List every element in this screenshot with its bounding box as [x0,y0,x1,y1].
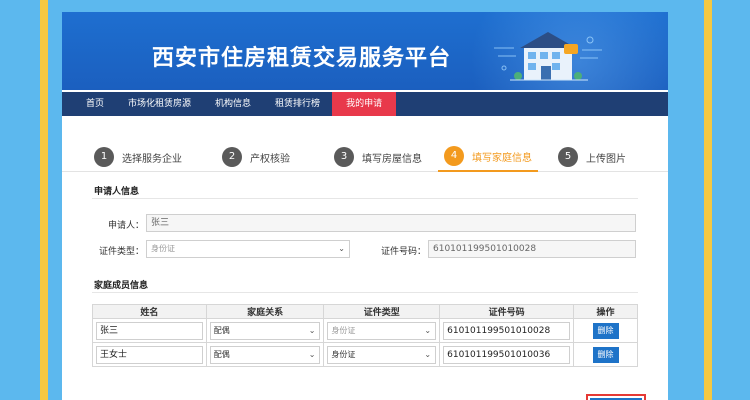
relation-value: 配偶 [213,349,230,359]
member-name-input[interactable]: 张三 [96,321,203,340]
chevron-down-icon: ⌄ [308,349,316,359]
step-number: 3 [334,147,354,167]
step-3[interactable]: 3 填写房屋信息 [334,142,422,172]
step-5[interactable]: 5 上传图片 [558,142,626,172]
id-type-label: 证件类型： [98,247,144,257]
id-number-input[interactable]: 610101199501010028 [428,240,636,258]
member-id-type-value: 身份证 [331,325,356,335]
nav-item-home[interactable]: 首页 [62,92,116,116]
step-number: 4 [444,146,464,166]
relation-select[interactable]: 配偶 ⌄ [209,321,321,340]
step-label: 填写房屋信息 [362,153,422,165]
member-id-type-value: 身份证 [331,349,356,359]
step-label: 填写家庭信息 [472,152,532,164]
member-id-number-input[interactable]: 610101199501010028 [443,321,571,340]
family-members-table: 姓名 家庭关系 证件类型 证件号码 操作 张三 配偶 ⌄ 身份证 ⌄ 6101011… [92,304,638,367]
nav-item-agencies[interactable]: 机构信息 [203,92,263,116]
relation-value: 配偶 [213,325,230,335]
step-number: 5 [558,147,578,167]
chevron-down-icon: ⌄ [424,349,432,359]
delete-member-button[interactable]: 删除 [592,322,619,339]
table-header-row: 姓名 家庭关系 证件类型 证件号码 操作 [92,304,638,319]
nav-item-my-applications[interactable]: 我的申请 [332,92,397,116]
member-id-type-select[interactable]: 身份证 ⌄ [327,345,437,364]
step-2[interactable]: 2 产权核验 [222,142,290,172]
next-step-button[interactable] [586,394,646,400]
main-nav: 首页 市场化租赁房源 机构信息 租赁排行榜 我的申请 [62,92,668,116]
member-name-input[interactable]: 王女士 [96,345,203,364]
site-title: 西安市住房租赁交易服务平台 [152,46,452,71]
column-header: 证件号码 [439,304,575,319]
nav-item-market-listings[interactable]: 市场化租赁房源 [116,92,203,116]
applicant-name-label: 申请人： [107,221,144,231]
nav-item-ranking[interactable]: 租赁排行榜 [263,92,332,116]
divider [92,198,638,199]
chevron-down-icon: ⌄ [338,244,345,253]
column-header: 操作 [573,304,638,319]
id-type-select[interactable]: 身份证 ⌄ [146,240,350,258]
relation-select[interactable]: 配偶 ⌄ [209,345,321,364]
column-header: 证件类型 [323,304,441,319]
step-number: 1 [94,147,114,167]
table-row: 王女士 配偶 ⌄ 身份证 ⌄ 610101199501010036 删除 [92,342,638,367]
column-header: 家庭关系 [205,304,325,319]
step-label: 上传图片 [586,153,626,165]
step-4[interactable]: 4 填写家庭信息 [438,142,538,172]
building-icon [494,32,602,81]
table-row: 张三 配偶 ⌄ 身份证 ⌄ 610101199501010028 删除 [92,318,638,343]
chevron-down-icon: ⌄ [424,325,432,335]
step-label: 选择服务企业 [122,153,182,165]
id-type-value: 身份证 [151,244,175,253]
applicant-section-title: 申请人信息 [94,187,140,197]
chevron-down-icon: ⌄ [308,325,316,335]
member-id-number-input[interactable]: 610101199501010036 [443,345,571,364]
step-progress: 1 选择服务企业 2 产权核验 3 填写房屋信息 4 填写家庭信息 5 上传图片 [62,140,668,172]
step-number: 2 [222,147,242,167]
column-header: 姓名 [92,304,207,319]
page-card: 西安市住房租赁交易服务平台 首页 市场化租赁房源 机构信息 租赁排行榜 我的申请… [62,12,668,400]
header-banner: 西安市住房租赁交易服务平台 [62,12,668,90]
step-1[interactable]: 1 选择服务企业 [94,142,182,172]
divider [92,292,638,293]
id-number-label: 证件号码： [380,247,426,257]
step-label: 产权核验 [250,153,290,165]
member-id-type-select[interactable]: 身份证 ⌄ [327,321,437,340]
family-section-title: 家庭成员信息 [94,281,149,291]
delete-member-button[interactable]: 删除 [592,346,619,363]
applicant-name-input[interactable]: 张三 [146,214,636,232]
